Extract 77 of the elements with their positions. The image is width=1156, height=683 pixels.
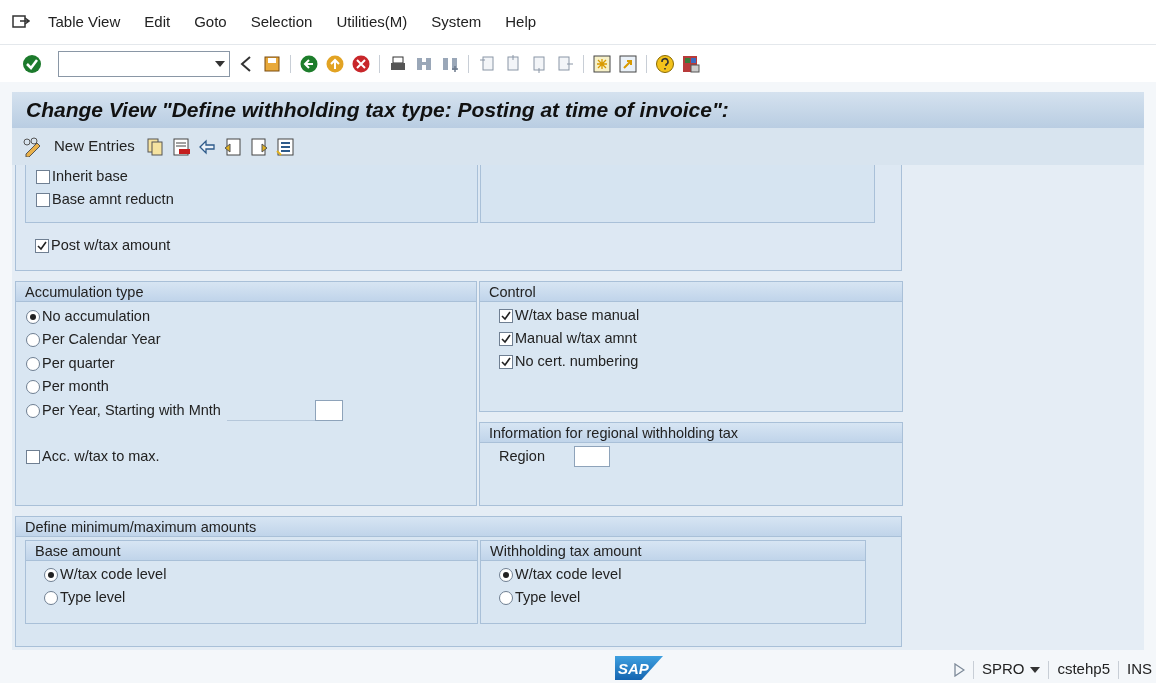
group-title: Define minimum/maximum amounts	[16, 517, 901, 537]
group-title: Base amount	[26, 541, 477, 561]
radio-label: Per Year, Starting with Mnth	[42, 400, 221, 420]
radio-button[interactable]	[26, 356, 40, 371]
radio-label: Type level	[60, 588, 126, 608]
checkmark-icon	[37, 240, 47, 251]
checkbox-label: Inherit base	[52, 166, 128, 186]
region-input-field[interactable]	[574, 446, 610, 468]
radio-label: Type level	[515, 588, 581, 608]
menu-item[interactable]: System	[419, 10, 494, 34]
screen-title: Change View "Define withholding tax type: Posting at time of invoice":	[26, 97, 729, 124]
checkbox-label: No cert. numbering	[515, 351, 639, 371]
cancel-icon[interactable]	[351, 53, 371, 74]
new-window-icon[interactable]	[592, 53, 612, 74]
checkbox[interactable]	[499, 331, 513, 346]
insert-mode: INS	[1127, 659, 1152, 680]
checkmark-icon	[501, 310, 511, 321]
menu-item[interactable]: Edit	[132, 10, 183, 34]
radio-button[interactable]	[44, 567, 58, 582]
next-entry-icon[interactable]	[248, 136, 269, 157]
checkmark-icon	[501, 356, 511, 367]
check-icon[interactable]	[22, 53, 42, 74]
previous-entry-icon[interactable]	[222, 136, 243, 157]
select-all-icon[interactable]	[274, 136, 295, 157]
delete-row-icon[interactable]	[170, 136, 191, 157]
group-title: Accumulation type	[16, 282, 476, 302]
new-entries-button[interactable]: New Entries	[50, 135, 139, 158]
checkbox[interactable]	[36, 192, 50, 207]
caret-icon	[1030, 666, 1041, 673]
radio-button[interactable]	[499, 591, 513, 606]
sap-logo: SAP	[615, 656, 663, 680]
menu-icon[interactable]	[12, 14, 30, 30]
checkbox[interactable]	[26, 450, 40, 464]
checkbox[interactable]	[36, 169, 50, 184]
checkbox[interactable]	[35, 238, 49, 253]
checkbox-label: Post w/tax amount	[51, 235, 171, 255]
checkbox-label: Manual w/tax amnt	[515, 328, 637, 348]
radio-label: W/tax code level	[60, 564, 167, 584]
menu-item[interactable]: Selection	[238, 10, 325, 34]
radio-button[interactable]	[26, 309, 40, 324]
back-icon[interactable]	[299, 53, 319, 74]
transaction-dropdown[interactable]: SPRO	[981, 658, 1041, 681]
copy-icon[interactable]	[144, 136, 165, 157]
checkbox[interactable]	[499, 354, 513, 369]
menu-item[interactable]: Utilities(M)	[324, 10, 420, 34]
server-name: cstehp5	[1057, 659, 1110, 680]
radio-label: Per quarter	[42, 353, 115, 373]
menu-item[interactable]: Table View	[36, 10, 133, 34]
radio-button[interactable]	[26, 333, 40, 348]
menu-item[interactable]: Goto	[182, 10, 239, 34]
shortcut-icon[interactable]	[618, 53, 638, 74]
group-title: Information for regional withholding tax	[480, 423, 902, 443]
exit-icon[interactable]	[325, 53, 345, 74]
checkmark-icon	[501, 333, 511, 344]
radio-label: Per Calendar Year	[42, 330, 161, 350]
radio-label: W/tax code level	[515, 564, 622, 584]
month-input-field[interactable]	[314, 400, 343, 422]
layout-icon[interactable]	[681, 53, 701, 74]
caret-icon	[215, 60, 225, 67]
checkbox-label: Base amnt reductn	[52, 189, 174, 209]
radio-label: Per month	[42, 377, 109, 397]
radio-button[interactable]	[26, 403, 40, 418]
checkbox-label: Acc. w/tax to max.	[42, 447, 160, 467]
expand-triangle-icon[interactable]	[952, 662, 965, 677]
radio-button[interactable]	[44, 591, 58, 606]
checkbox[interactable]	[499, 308, 513, 323]
field-label: Region	[499, 447, 546, 466]
help-icon[interactable]	[655, 53, 675, 74]
radio-button[interactable]	[26, 380, 40, 395]
radio-label: No accumulation	[42, 306, 150, 326]
radio-button[interactable]	[499, 567, 513, 582]
save-icon[interactable]	[262, 53, 282, 74]
command-field[interactable]	[58, 50, 230, 77]
menu-item[interactable]: Help	[493, 10, 549, 34]
group-title: Withholding tax amount	[481, 541, 865, 561]
checkbox-label: W/tax base manual	[515, 305, 640, 325]
group-title: Control	[480, 282, 902, 302]
